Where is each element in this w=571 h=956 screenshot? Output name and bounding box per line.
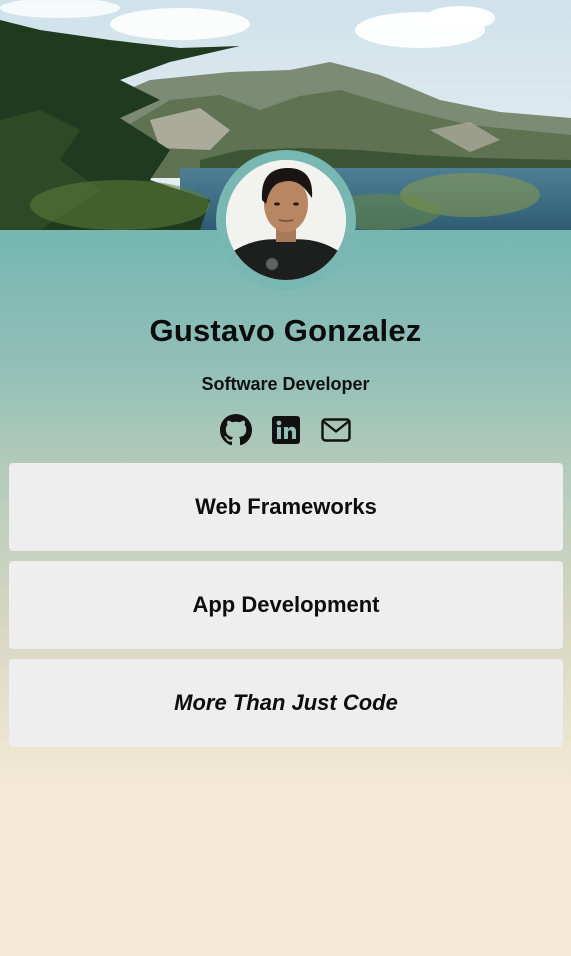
profile-name: Gustavo Gonzalez xyxy=(149,313,422,348)
mail-link[interactable] xyxy=(320,414,352,446)
card-label: Web Frameworks xyxy=(195,494,377,519)
linkedin-icon xyxy=(271,416,300,444)
card-app-development[interactable]: App Development xyxy=(9,561,563,649)
profile-role: Software Developer xyxy=(201,374,370,394)
avatar-photo xyxy=(226,160,346,280)
card-label: More Than Just Code xyxy=(174,690,398,715)
card-more-than-just-code[interactable]: More Than Just Code xyxy=(9,659,563,747)
avatar xyxy=(226,160,346,280)
card-label: App Development xyxy=(192,592,380,617)
github-icon xyxy=(219,414,252,446)
linkedin-link[interactable] xyxy=(270,414,302,446)
social-links xyxy=(0,414,571,448)
card-web-frameworks[interactable]: Web Frameworks xyxy=(9,463,563,551)
avatar-ring xyxy=(216,150,356,290)
mail-icon xyxy=(320,418,351,442)
github-link[interactable] xyxy=(219,414,252,446)
link-cards: Web Frameworks App Development More Than… xyxy=(9,463,563,757)
